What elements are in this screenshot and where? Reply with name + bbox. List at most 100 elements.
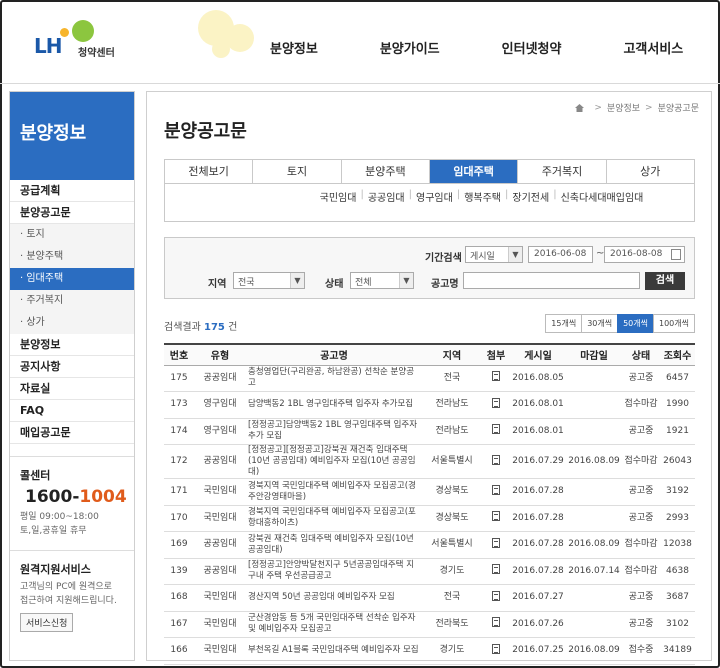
name-search-input[interactable] [463, 272, 640, 289]
cell-title[interactable]: 강북권 재건축 임대주택 예비입주자 모집(10년 공공임대) [246, 531, 422, 559]
table-row[interactable]: 168 국민임대 경산지역 50년 공공임대 예비입주자 모집 전국 2016.07.2… [164, 584, 695, 612]
cell-views: 3102 [660, 611, 695, 638]
cell-attachment [482, 505, 510, 532]
cell-title[interactable]: 충청영업단(구리완공, 하남완공) 선착순 분양공고 [246, 365, 422, 392]
subtab-long-term-lease[interactable]: 장기전세 [512, 189, 549, 221]
calendar-icon[interactable] [671, 249, 681, 260]
gnb-item-sale-guide[interactable]: 분양가이드 [380, 38, 440, 57]
table-row[interactable]: 172 공공임대 [정정공고][정정공고]강북권 재건축 임대주택 (10년 공공임… [164, 444, 695, 479]
subtab-permanent-rental[interactable]: 영구임대 [416, 189, 453, 221]
per-page-100[interactable]: 100개씩 [653, 314, 695, 333]
table-row[interactable]: 169 공공임대 강북권 재건축 임대주택 예비입주자 모집(10년 공공임대) 서울… [164, 531, 695, 559]
cell-title[interactable]: 군산경암동 등 5개 국민임대주택 선착순 입주자 및 예비입주자 모집공고 [246, 611, 422, 638]
cell-title[interactable]: 경북지역 국민임대주택 예비입주자 모집공고(포항대흥하이츠) [246, 505, 422, 532]
table-row[interactable]: 167 국민임대 군산경암동 등 5개 국민임대주택 선착순 입주자 및 예비입주자… [164, 611, 695, 638]
table-row[interactable]: 174 영구임대 [정정공고]담양백동2 1BL 영구임대주택 입주자 추가 모집 전… [164, 418, 695, 445]
date-to-input[interactable]: 2016-08-08 [604, 246, 685, 263]
tab-rental-housing[interactable]: 임대주택 [429, 160, 519, 183]
sidebar-item-supply-plan[interactable]: 공급계획 [10, 180, 134, 202]
table-row[interactable]: 171 국민임대 경북지역 국민임대주택 예비입주자 모집공고(경주안강영태마을) 경… [164, 478, 695, 506]
subtab-public-rental[interactable]: 공공임대 [368, 189, 405, 221]
tab-welfare[interactable]: 주거복지 [518, 160, 607, 183]
sidebar-item-faq[interactable]: FAQ [10, 400, 134, 422]
sidebar-item-purchase-notice[interactable]: 매입공고문 [10, 422, 134, 444]
period-select[interactable]: 게시일 ▼ [465, 246, 523, 263]
cell-views: 4638 [660, 558, 695, 585]
per-page-15[interactable]: 15개씩 [545, 314, 583, 333]
document-icon[interactable] [492, 397, 500, 408]
gnb-item-customer-service[interactable]: 고객서비스 [623, 38, 683, 57]
sidebar-item-notice[interactable]: 분양공고문 [10, 202, 134, 224]
home-icon[interactable] [575, 103, 585, 112]
document-icon[interactable] [492, 371, 500, 382]
cell-attachment [482, 584, 510, 612]
subtab-national-rental[interactable]: 국민임대 [320, 189, 357, 221]
logo-subtitle: 청약센터 [78, 48, 115, 59]
remote-service-button[interactable]: 서비스신청 [20, 613, 74, 632]
cell-title[interactable]: [정정공고][정정공고]강북권 재건축 임대주택 (10년 공공임대) 예비입주… [246, 444, 422, 479]
cell-title[interactable]: 경북지역 국민임대주택 예비입주자 모집공고(경주안강영태마을) [246, 478, 422, 506]
col-number: 번호 [164, 343, 194, 366]
date-from-input[interactable]: 2016-06-08 [528, 246, 593, 263]
cell-status: 접수마감 [622, 444, 660, 479]
document-icon[interactable] [492, 454, 500, 465]
breadcrumb-item-1[interactable]: 분양정보 [607, 101, 640, 114]
sidebar-subitem-welfare[interactable]: 주거복지 [10, 290, 134, 312]
table-row[interactable]: 139 공공임대 [정정공고]안양박달천지구 5년공공임대주택 지구내 주택 우선공… [164, 558, 695, 585]
subtab-happy-housing[interactable]: 행복주택 [464, 189, 501, 221]
cell-title[interactable]: [정정공고]안양박달천지구 5년공공임대주택 지구내 주택 우선공급공고 [246, 558, 422, 585]
status-select[interactable]: 전체 ▼ [350, 272, 414, 289]
document-icon[interactable] [492, 424, 500, 435]
col-views: 조회수 [660, 343, 695, 366]
col-type: 유형 [194, 343, 246, 366]
table-row[interactable]: 166 국민임대 부천옥길 A1블록 국민임대주택 예비입주자 모집 경기도 2016.… [164, 637, 695, 665]
global-nav: 분양정보 분양가이드 인터넷청약 고객서비스 [270, 38, 720, 57]
cell-title[interactable]: 경산지역 50년 공공임대 예비입주자 모집 [246, 584, 422, 612]
tab-all[interactable]: 전체보기 [165, 160, 254, 183]
sidebar-item-announcements[interactable]: 공지사항 [10, 356, 134, 378]
cell-deadline [566, 365, 622, 392]
gnb-item-sale-info[interactable]: 분양정보 [270, 38, 318, 57]
subtab-new-multi-family[interactable]: 신축다세대매입임대 [561, 189, 644, 221]
sidebar-item-sale-info[interactable]: 분양정보 [10, 334, 134, 356]
document-icon[interactable] [492, 643, 500, 654]
result-count: 검색결과 175 건 [164, 318, 237, 333]
table-row[interactable]: 173 영구임대 담양백동2 1BL 영구임대주택 입주자 추가모집 전라남도 2016… [164, 391, 695, 419]
document-icon[interactable] [492, 564, 500, 575]
sidebar-subitem-sale-housing[interactable]: 분양주택 [10, 246, 134, 268]
cell-title[interactable]: 부천옥길 A1블록 국민임대주택 예비입주자 모집 [246, 637, 422, 665]
per-page-50[interactable]: 50개씩 [617, 314, 654, 333]
table-row[interactable]: 175 공공임대 충청영업단(구리완공, 하남완공) 선착순 분양공고 전국 2016.… [164, 365, 695, 392]
result-suffix: 건 [228, 322, 238, 333]
per-page-30[interactable]: 30개씩 [581, 314, 619, 333]
document-icon[interactable] [492, 617, 500, 628]
cell-attachment [482, 611, 510, 638]
document-icon[interactable] [492, 511, 500, 522]
breadcrumb-item-2[interactable]: 분양공고문 [658, 101, 699, 114]
document-icon[interactable] [492, 537, 500, 548]
document-icon[interactable] [492, 590, 500, 601]
cell-title[interactable]: 담양백동2 1BL 영구임대주택 입주자 추가모집 [246, 391, 422, 419]
search-button[interactable]: 검색 [645, 272, 685, 290]
sidebar-item-archive[interactable]: 자료실 [10, 378, 134, 400]
document-icon[interactable] [492, 484, 500, 495]
logo-dot-big [72, 20, 94, 42]
call-number-prefix: 1600- [25, 487, 80, 507]
tab-land[interactable]: 토지 [253, 160, 342, 183]
cell-views: 12038 [660, 531, 695, 559]
cell-number: 172 [164, 444, 194, 479]
lh-logo[interactable]: LH 청약센터 [28, 18, 138, 62]
cell-status: 공고중 [622, 505, 660, 532]
per-page-selector: 15개씩 30개씩 50개씩 100개씩 [545, 314, 695, 333]
gnb-item-online-apply[interactable]: 인터넷청약 [502, 38, 562, 57]
call-center: 콜센터 1600- 1004 평일 09:00~18:00 토,일,공휴일 휴무 [10, 456, 134, 538]
tab-sale-housing[interactable]: 분양주택 [342, 160, 430, 183]
cell-title[interactable]: [정정공고]담양백동2 1BL 영구임대주택 입주자 추가 모집 [246, 418, 422, 445]
sidebar-subitem-rental-housing[interactable]: 임대주택 [10, 268, 134, 290]
region-select[interactable]: 전국 ▼ [233, 272, 305, 289]
tab-shop[interactable]: 상가 [607, 160, 694, 183]
cell-number: 170 [164, 505, 194, 532]
sidebar-subitem-shop[interactable]: 상가 [10, 312, 134, 334]
table-row[interactable]: 170 국민임대 경북지역 국민임대주택 예비입주자 모집공고(포항대흥하이츠) 경상… [164, 505, 695, 532]
sidebar-subitem-land[interactable]: 토지 [10, 224, 134, 246]
